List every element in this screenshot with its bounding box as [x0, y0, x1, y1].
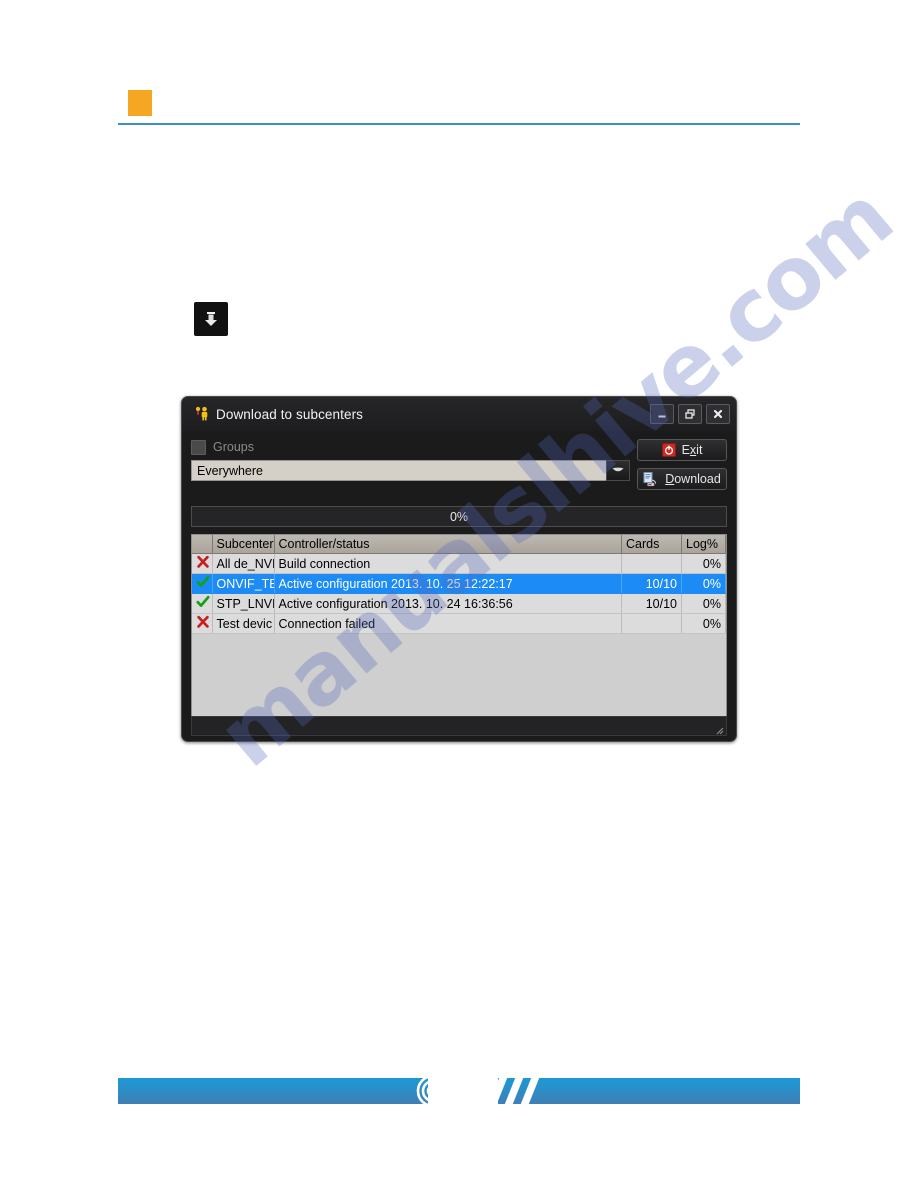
user-key-icon — [193, 405, 211, 423]
error-cross-icon — [196, 555, 210, 572]
table-body: All de_NVF Build connection 0% ONVIF_TE … — [192, 553, 726, 634]
download-arrow-icon — [201, 309, 221, 329]
row-controller-status: Active configuration 2013. 10. 25 12:22:… — [274, 573, 622, 594]
download-arrow-icon-button[interactable] — [194, 302, 228, 336]
window-statusbar — [191, 716, 727, 736]
success-check-icon — [196, 595, 210, 612]
page-header-orange-marker — [128, 90, 152, 116]
resize-grip-handle[interactable] — [712, 722, 724, 735]
row-cards — [621, 613, 682, 634]
row-status-icon — [192, 613, 213, 634]
restore-icon — [684, 408, 696, 420]
window-title: Download to subcenters — [216, 406, 364, 422]
page-footer-bar — [118, 1078, 800, 1104]
row-controller-status: Active configuration 2013. 10. 24 16:36:… — [274, 593, 622, 614]
row-subcenter: Test devic — [212, 613, 275, 634]
groups-checkbox-row[interactable]: Groups — [191, 437, 630, 457]
table-empty-area — [192, 634, 726, 719]
action-buttons: Exit Download — [637, 437, 727, 497]
row-status-icon — [192, 573, 213, 594]
column-header-status[interactable] — [192, 535, 213, 554]
exit-button[interactable]: Exit — [637, 439, 727, 461]
row-log: 0% — [681, 573, 726, 594]
close-button[interactable] — [706, 404, 730, 424]
control-strip: Groups Everywhere Exit Download — [191, 437, 727, 497]
subcenters-table: Subcenter Controller/status Cards Log% A… — [192, 535, 726, 634]
column-header-cards[interactable]: Cards — [621, 535, 682, 554]
close-icon — [712, 408, 724, 420]
column-header-controller-status[interactable]: Controller/status — [274, 535, 622, 554]
error-cross-icon — [196, 615, 210, 632]
row-controller-status: Connection failed — [274, 613, 622, 634]
download-progress-bar: 0% — [191, 506, 727, 527]
exit-label: Exit — [681, 443, 703, 457]
page-header-divider — [118, 123, 800, 125]
scope-combobox-value[interactable]: Everywhere — [191, 460, 606, 481]
minimize-button[interactable] — [650, 404, 674, 424]
row-cards — [621, 553, 682, 574]
chevron-down-icon[interactable] — [606, 460, 630, 481]
row-log: 0% — [681, 613, 726, 634]
row-subcenter: All de_NVF — [212, 553, 275, 574]
table-row[interactable]: ONVIF_TE Active configuration 2013. 10. … — [192, 573, 726, 594]
table-row[interactable]: STP_LNVR Active configuration 2013. 10. … — [192, 593, 726, 614]
groups-checkbox[interactable] — [191, 439, 206, 455]
row-cards: 10/10 — [621, 573, 682, 594]
table-header-row: Subcenter Controller/status Cards Log% — [192, 535, 726, 554]
table-row[interactable]: All de_NVF Build connection 0% — [192, 553, 726, 574]
row-status-icon — [192, 593, 213, 614]
row-controller-status: Build connection — [274, 553, 622, 574]
restore-button[interactable] — [678, 404, 702, 424]
success-check-icon — [196, 575, 210, 592]
download-label: Download — [665, 472, 721, 486]
window-body: Groups Everywhere Exit Download 0% Subce… — [182, 431, 736, 743]
download-button[interactable]: Download — [637, 468, 727, 490]
document-download-icon — [643, 471, 659, 487]
row-cards: 10/10 — [621, 593, 682, 614]
column-header-log[interactable]: Log% — [681, 535, 726, 554]
filter-controls: Groups Everywhere — [191, 437, 637, 481]
row-subcenter: STP_LNVR — [212, 593, 275, 614]
row-subcenter: ONVIF_TE — [212, 573, 275, 594]
subcenters-table-container[interactable]: Subcenter Controller/status Cards Log% A… — [191, 534, 727, 720]
row-log: 0% — [681, 593, 726, 614]
download-to-subcenters-window[interactable]: Download to subcenters Groups Everywhere… — [181, 396, 737, 742]
table-row[interactable]: Test devic Connection failed 0% — [192, 613, 726, 634]
power-icon — [661, 443, 676, 457]
progress-label: 0% — [449, 509, 469, 524]
row-status-icon — [192, 553, 213, 574]
row-log: 0% — [681, 553, 726, 574]
column-header-subcenter[interactable]: Subcenter — [212, 535, 275, 554]
groups-label: Groups — [213, 440, 254, 454]
window-titlebar[interactable]: Download to subcenters — [182, 397, 736, 431]
scope-combobox[interactable]: Everywhere — [191, 460, 630, 481]
minimize-icon — [656, 408, 668, 420]
